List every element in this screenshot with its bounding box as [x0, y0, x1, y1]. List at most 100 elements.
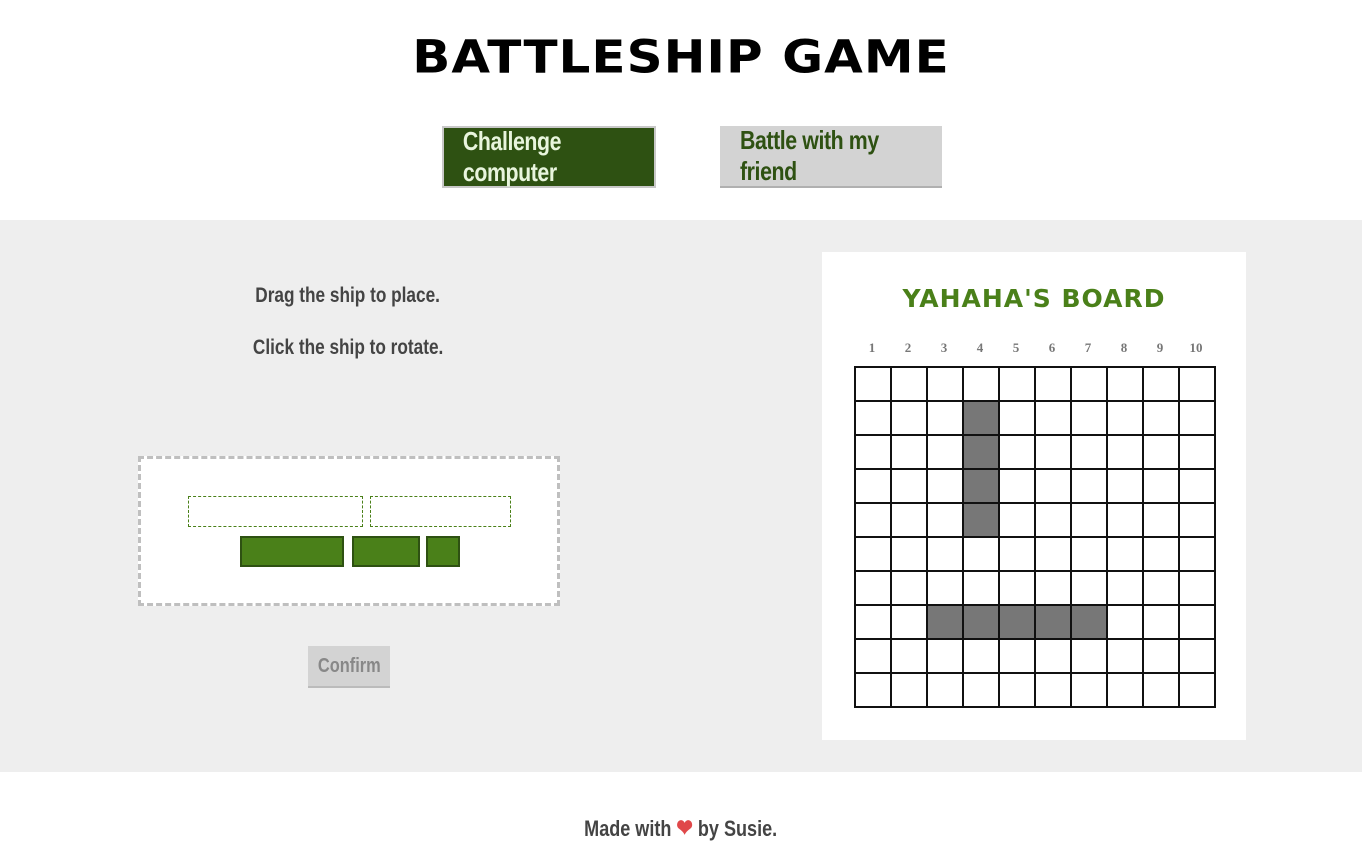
battle-friend-button[interactable]: Battle with my friend	[720, 125, 942, 188]
board-cell[interactable]	[962, 536, 998, 570]
board-cell[interactable]	[890, 468, 926, 502]
board-cell[interactable]	[1178, 502, 1214, 536]
board-cell-ship[interactable]	[926, 604, 962, 638]
board-cell-ship[interactable]	[962, 604, 998, 638]
board-cell[interactable]	[1070, 366, 1106, 400]
board-cell[interactable]	[1034, 672, 1070, 706]
board-cell[interactable]	[962, 570, 998, 604]
board-cell[interactable]	[1178, 638, 1214, 672]
board-cell[interactable]	[854, 366, 890, 400]
board-cell[interactable]	[1106, 604, 1142, 638]
board-cell[interactable]	[926, 536, 962, 570]
board-cell[interactable]	[1034, 570, 1070, 604]
board-cell[interactable]	[998, 366, 1034, 400]
board-cell[interactable]	[1142, 536, 1178, 570]
board-cell-ship[interactable]	[962, 434, 998, 468]
ship-1[interactable]	[426, 536, 460, 567]
ship-3[interactable]	[240, 536, 344, 567]
board-cell[interactable]	[890, 366, 926, 400]
board-cell[interactable]	[854, 638, 890, 672]
board-cell[interactable]	[926, 502, 962, 536]
board-cell[interactable]	[926, 400, 962, 434]
board-cell[interactable]	[926, 468, 962, 502]
board-cell[interactable]	[1070, 536, 1106, 570]
board-cell[interactable]	[998, 400, 1034, 434]
board-cell[interactable]	[1070, 638, 1106, 672]
board-cell[interactable]	[1178, 672, 1214, 706]
board-cell[interactable]	[1070, 434, 1106, 468]
board-cell-ship[interactable]	[998, 604, 1034, 638]
board-cell[interactable]	[1178, 604, 1214, 638]
board-cell[interactable]	[1178, 468, 1214, 502]
board-cell[interactable]	[890, 570, 926, 604]
board-cell[interactable]	[1142, 638, 1178, 672]
board-cell[interactable]	[1142, 604, 1178, 638]
board-cell[interactable]	[962, 638, 998, 672]
board-cell[interactable]	[854, 604, 890, 638]
board-cell[interactable]	[962, 672, 998, 706]
board-cell[interactable]	[926, 366, 962, 400]
board-cell[interactable]	[926, 570, 962, 604]
board-cell[interactable]	[890, 604, 926, 638]
board-cell[interactable]	[1106, 536, 1142, 570]
board-cell[interactable]	[1142, 468, 1178, 502]
board-cell[interactable]	[962, 366, 998, 400]
board-cell[interactable]	[1178, 536, 1214, 570]
board-cell[interactable]	[890, 502, 926, 536]
board-cell-ship[interactable]	[1034, 604, 1070, 638]
board-cell[interactable]	[854, 502, 890, 536]
board-cell[interactable]	[854, 570, 890, 604]
board-cell[interactable]	[1034, 400, 1070, 434]
board-cell[interactable]	[1106, 366, 1142, 400]
board-cell[interactable]	[854, 672, 890, 706]
board-cell[interactable]	[1142, 400, 1178, 434]
board-cell[interactable]	[1106, 468, 1142, 502]
board-cell[interactable]	[1106, 434, 1142, 468]
board-cell[interactable]	[1142, 672, 1178, 706]
board-cell[interactable]	[1106, 570, 1142, 604]
board-cell[interactable]	[854, 468, 890, 502]
board-cell[interactable]	[1034, 536, 1070, 570]
board-cell[interactable]	[1142, 502, 1178, 536]
board-cell[interactable]	[1070, 400, 1106, 434]
board-cell[interactable]	[1106, 502, 1142, 536]
board-cell[interactable]	[926, 434, 962, 468]
board-cell[interactable]	[854, 434, 890, 468]
board-cell-ship[interactable]	[962, 502, 998, 536]
board-cell-ship[interactable]	[962, 468, 998, 502]
board-cell[interactable]	[926, 638, 962, 672]
board-cell[interactable]	[1106, 638, 1142, 672]
board-cell[interactable]	[890, 434, 926, 468]
board-cell[interactable]	[1070, 672, 1106, 706]
board-cell[interactable]	[998, 468, 1034, 502]
board-cell[interactable]	[1070, 502, 1106, 536]
board-cell[interactable]	[998, 434, 1034, 468]
board-cell[interactable]	[890, 672, 926, 706]
board-cell[interactable]	[890, 638, 926, 672]
board-cell[interactable]	[854, 400, 890, 434]
board-cell[interactable]	[890, 536, 926, 570]
board-cell[interactable]	[1178, 570, 1214, 604]
board-cell[interactable]	[1142, 570, 1178, 604]
board-cell[interactable]	[1034, 638, 1070, 672]
board-cell[interactable]	[1178, 366, 1214, 400]
board-cell[interactable]	[1034, 502, 1070, 536]
board-cell[interactable]	[854, 536, 890, 570]
board-cell-ship[interactable]	[962, 400, 998, 434]
board-cell[interactable]	[890, 400, 926, 434]
board-cell[interactable]	[998, 672, 1034, 706]
board-cell[interactable]	[926, 672, 962, 706]
board-cell[interactable]	[1034, 468, 1070, 502]
board-cell[interactable]	[1034, 366, 1070, 400]
board-cell[interactable]	[998, 536, 1034, 570]
confirm-button[interactable]: Confirm	[308, 646, 390, 688]
board-cell[interactable]	[998, 502, 1034, 536]
board-cell[interactable]	[1106, 672, 1142, 706]
board-cell[interactable]	[1142, 366, 1178, 400]
board-cell[interactable]	[1070, 570, 1106, 604]
board-cell-ship[interactable]	[1070, 604, 1106, 638]
board-cell[interactable]	[1178, 434, 1214, 468]
board-cell[interactable]	[1178, 400, 1214, 434]
board-cell[interactable]	[998, 570, 1034, 604]
board-cell[interactable]	[1106, 400, 1142, 434]
